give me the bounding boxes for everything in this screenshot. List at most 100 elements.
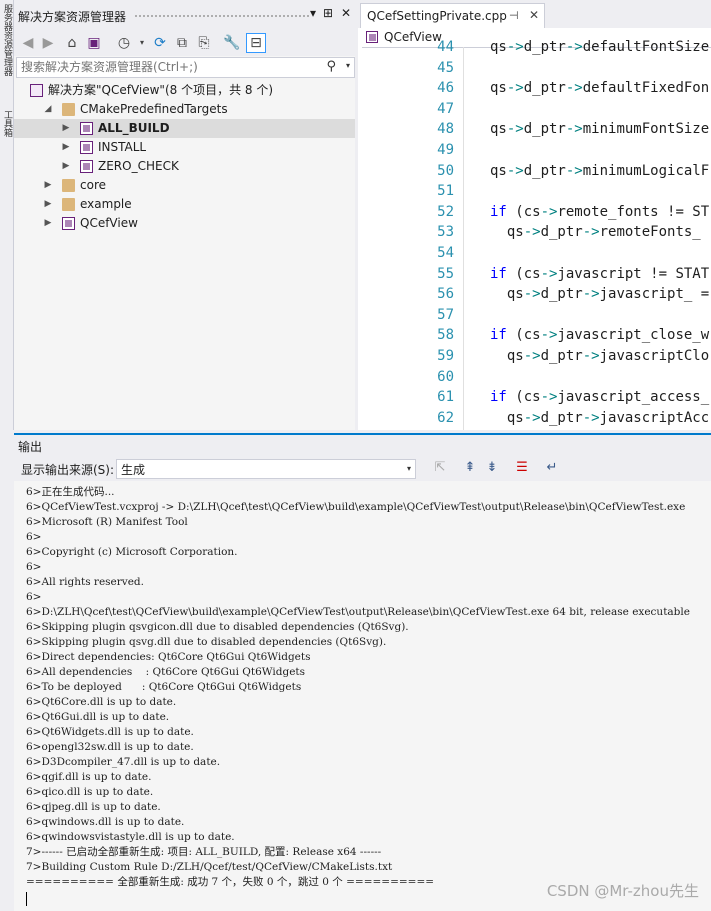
log-line: 6>All dependencies : Qt6Core Qt6Gui Qt6W…	[26, 666, 306, 678]
log-line: 6>qwindows.dll is up to date.	[26, 816, 185, 828]
code-line: if (cs->javascript != STAT	[490, 265, 710, 282]
code-area[interactable]: 44 qs->d_ptr->defaultFontSize 45 46 qs->d_pt…	[358, 40, 711, 430]
log-line: 6>	[26, 591, 42, 603]
solution-explorer-titlebar: 解决方案资源管理器 ▾ ⊞ ✕	[14, 0, 355, 30]
code-line: if (cs->javascript_close_w	[490, 327, 710, 344]
show-all-files-icon[interactable]: ⎘	[194, 33, 214, 53]
toggle-word-wrap-icon[interactable]: ↵	[542, 460, 562, 478]
code-line: qs->d_ptr->minimumLogicalF	[490, 162, 710, 179]
code-line: qs->d_ptr->javascriptAcc	[490, 409, 710, 426]
tab-close-icon[interactable]: ✕	[529, 8, 539, 22]
previous-message-icon[interactable]: ⇞	[460, 460, 480, 478]
properties-icon[interactable]: 🔧	[222, 33, 242, 53]
tree-item[interactable]: ▶ ALL_BUILD	[14, 119, 355, 138]
search-icon[interactable]: ⚲	[326, 59, 336, 74]
line-number: 45	[437, 59, 454, 76]
line-number: 46	[437, 80, 454, 97]
line-number: 60	[437, 368, 454, 385]
tree-item[interactable]: ▶ QCefView	[14, 214, 355, 233]
tree-item-label: QCefView	[80, 216, 138, 230]
log-line: 6>Direct dependencies: Qt6Core Qt6Gui Qt…	[26, 651, 311, 663]
back-icon[interactable]: ◀	[18, 33, 38, 53]
tree-item[interactable]: ◢ CMakePredefinedTargets	[14, 100, 355, 119]
tree-item[interactable]: ▶ core	[14, 176, 355, 195]
line-number: 52	[437, 203, 454, 220]
chevron-down-icon: ▾	[406, 464, 411, 473]
watermark: CSDN @Mr-zhou先生	[546, 882, 699, 900]
tab-qcefsettingprivate[interactable]: QCefSettingPrivate.cpp ⊣ ✕	[360, 3, 545, 28]
log-line: 6>qico.dll is up to date.	[26, 786, 154, 798]
line-number: 55	[437, 265, 454, 282]
tree-item-label: ALL_BUILD	[98, 121, 170, 135]
expand-arrow-icon[interactable]: ▶	[42, 195, 54, 214]
expand-arrow-icon[interactable]: ▶	[42, 176, 54, 195]
search-options-dropdown-icon[interactable]: ▾	[346, 61, 350, 70]
expanded-arrow-icon[interactable]: ◢	[42, 100, 54, 119]
tree-item[interactable]: 解决方案"QCefView"(8 个项目，共 8 个)	[14, 81, 355, 100]
preview-selected-items-icon[interactable]: ⊟	[246, 33, 266, 53]
output-source-label: 显示输出来源(S):	[21, 463, 115, 477]
pending-changes-filter-icon[interactable]: ◷	[114, 33, 134, 53]
project-icon	[62, 217, 75, 230]
search-input[interactable]	[17, 58, 321, 76]
output-toolbar: 显示输出来源(S): 生成 ▾ ⇱ ⇞ ⇟ ☰ ↵	[14, 457, 711, 481]
output-source-value: 生成	[121, 463, 146, 477]
line-number: 51	[437, 183, 454, 200]
log-line: 6>To be deployed : Qt6Core Qt6Gui Qt6Wid…	[26, 681, 302, 693]
log-line: 6>opengl32sw.dll is up to date.	[26, 741, 194, 753]
tree-item[interactable]: ▶ ZERO_CHECK	[14, 157, 355, 176]
drag-grip[interactable]	[134, 14, 309, 18]
sync-icon[interactable]: ⟳	[150, 33, 170, 53]
line-number: 53	[437, 224, 454, 241]
log-line: 6>Qt6Gui.dll is up to date.	[26, 711, 170, 723]
server-explorer-tab[interactable]: 服务器资源管理器	[0, 4, 13, 114]
window-position-dropdown[interactable]: ▾	[305, 6, 321, 24]
log-line: 6>	[26, 531, 42, 543]
tree-item[interactable]: ▶ example	[14, 195, 355, 214]
log-line: 6>Qt6Core.dll is up to date.	[26, 696, 177, 708]
solution-explorer-search[interactable]: ⚲ ▾	[16, 57, 355, 78]
forward-icon[interactable]: ▶	[38, 33, 58, 53]
clear-all-icon[interactable]: ☰	[512, 460, 532, 478]
expand-arrow-icon[interactable]: ▶	[42, 214, 54, 233]
code-line: qs->d_ptr->defaultFixedFon	[490, 80, 710, 97]
folder-icon	[62, 179, 75, 192]
expand-arrow-icon[interactable]: ▶	[60, 119, 72, 138]
pin-icon[interactable]: ⊞	[320, 6, 336, 24]
expand-arrow-icon[interactable]: ▶	[60, 157, 72, 176]
log-line: 6>QCefViewTest.vcxproj -> D:\ZLH\Qcef\te…	[26, 501, 686, 513]
line-number: 59	[437, 348, 454, 364]
text-caret	[26, 892, 27, 906]
close-icon[interactable]: ✕	[338, 6, 354, 24]
log-line: 6>Copyright (c) Microsoft Corporation.	[26, 546, 238, 558]
solution-explorer: 解决方案资源管理器 ▾ ⊞ ✕ ◀ ▶ ⌂ ▣ ◷ ▾ ⟳ ⧉ ⎘ 🔧 ⊟ ⚲ …	[14, 0, 355, 430]
code-line: qs->d_ptr->javascript_ =	[490, 286, 710, 303]
collapse-all-icon[interactable]: ⧉	[172, 33, 192, 53]
line-number: 56	[437, 286, 454, 303]
tab-pin-icon[interactable]: ⊣	[509, 9, 519, 22]
line-number: 62	[437, 409, 454, 426]
log-line: 6>Microsoft (R) Manifest Tool	[26, 516, 188, 528]
output-source-select[interactable]: 生成 ▾	[116, 459, 416, 479]
tab-label: QCefSettingPrivate.cpp	[367, 9, 507, 23]
tree-item-label: 解决方案"QCefView"(8 个项目，共 8 个)	[48, 83, 274, 97]
log-line: 6>qgif.dll is up to date.	[26, 771, 152, 783]
output-log[interactable]: 6>正在生成代码... 6>QCefViewTest.vcxproj -> D:\…	[14, 481, 711, 911]
next-message-icon[interactable]: ⇟	[482, 460, 502, 478]
log-line: 6>Qt6Widgets.dll is up to date.	[26, 726, 194, 738]
log-line: 6>qwindowsvistastyle.dll is up to date.	[26, 831, 235, 843]
home-icon[interactable]: ⌂	[62, 33, 82, 53]
line-number: 48	[437, 121, 454, 138]
expand-arrow-icon[interactable]: ▶	[60, 138, 72, 157]
toolbox-tab[interactable]: 工具箱	[0, 110, 13, 170]
tree-item-label: core	[80, 178, 106, 192]
line-number: 61	[437, 389, 454, 406]
switch-views-icon[interactable]: ▣	[84, 33, 104, 53]
project-icon	[80, 141, 93, 154]
folder-icon	[62, 198, 75, 211]
find-message-in-code-icon[interactable]: ⇱	[430, 460, 450, 478]
tree-item[interactable]: ▶ INSTALL	[14, 138, 355, 157]
filter-dropdown-icon[interactable]: ▾	[132, 33, 152, 53]
code-line: if (cs->remote_fonts != ST	[490, 203, 710, 220]
code-line: qs->d_ptr->minimumFontSize	[490, 121, 710, 138]
